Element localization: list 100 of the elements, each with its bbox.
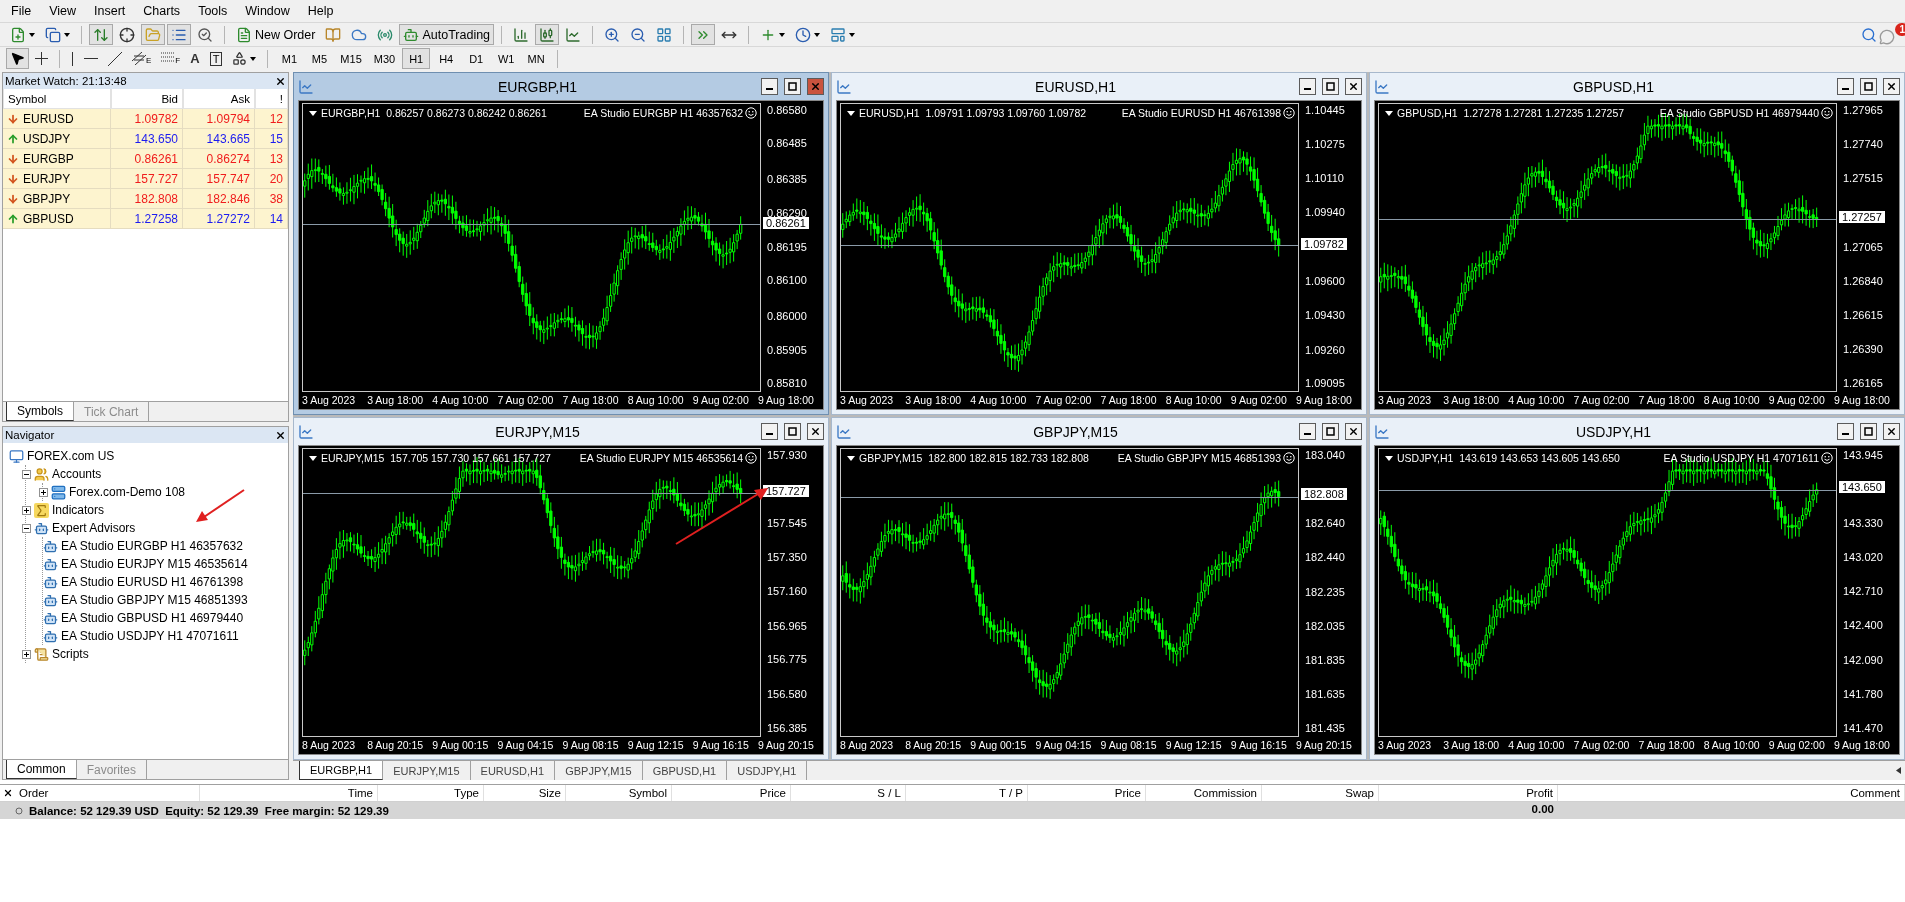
timeframe-button[interactable]: W1 [492, 48, 521, 69]
chart-tab[interactable]: EURGBP,H1 [299, 761, 384, 780]
expand-toggle[interactable] [22, 505, 31, 515]
maximize-button[interactable] [784, 423, 801, 440]
menu-item[interactable]: File [2, 4, 41, 18]
minimize-button[interactable] [761, 423, 778, 440]
timeframe-button[interactable]: H4 [432, 48, 461, 69]
price-tick: 0.85905 [767, 343, 807, 356]
symbol-cell: GBPJPY [23, 191, 71, 206]
current-price-label: 143.650 [1839, 481, 1885, 494]
column-header[interactable]: Comment [1558, 785, 1905, 801]
minimize-button[interactable] [1837, 423, 1854, 440]
scroll-left-icon[interactable] [1896, 767, 1901, 774]
tree-item[interactable]: EA Studio EURUSD H1 46761398 [61, 575, 244, 589]
current-price-label: 182.808 [1301, 488, 1347, 501]
drawing-tool[interactable]: A [186, 48, 204, 69]
toolbar-button[interactable]: New Order [232, 24, 320, 45]
expert-label: EA Studio GBPJPY M15 46851393 [1117, 452, 1281, 464]
tree-item[interactable]: EA Studio GBPUSD H1 46979440 [61, 611, 244, 625]
close-button[interactable] [1345, 423, 1362, 440]
maximize-button[interactable] [1860, 78, 1877, 95]
close-icon[interactable] [275, 75, 286, 87]
toolbar-button[interactable]: AutoTrading [399, 24, 495, 45]
window-title: EURGBP,H1 [496, 78, 579, 95]
tree-item[interactable]: FOREX.com US [27, 449, 115, 463]
tree-item[interactable]: Scripts [52, 647, 89, 661]
chart-icon [298, 423, 314, 440]
timeframe-button[interactable]: MN [522, 48, 551, 69]
time-label: 7 Aug 02:00 [1573, 738, 1631, 753]
tree-item[interactable]: Forex.com-Demo 108 [69, 485, 186, 499]
time-label: 8 Aug 10:00 [1703, 393, 1761, 408]
column-header[interactable]: Order [15, 785, 200, 801]
window-title: USDJPY,H1 [1574, 423, 1653, 440]
tree-item[interactable]: EA Studio EURGBP H1 46357632 [61, 539, 243, 553]
file-plus-icon [10, 26, 26, 43]
maximize-button[interactable] [1322, 78, 1339, 95]
maximize-button[interactable] [1322, 423, 1339, 440]
minimize-button[interactable] [761, 78, 778, 95]
menu-item[interactable]: Charts [134, 4, 190, 18]
expand-toggle[interactable] [22, 469, 31, 479]
tree-item[interactable]: Indicators [52, 503, 105, 517]
column-header[interactable]: T / P [906, 785, 1028, 801]
column-header[interactable]: Price [1028, 785, 1146, 801]
maximize-icon [788, 427, 797, 436]
tree-item[interactable]: Accounts [52, 467, 102, 481]
timeframe-button[interactable]: M1 [275, 48, 304, 69]
column-header[interactable]: Price [672, 785, 791, 801]
menu-item[interactable]: Help [298, 4, 343, 18]
column-header[interactable]: Type [378, 785, 484, 801]
time-label: 9 Aug 12:15 [1165, 738, 1223, 753]
expand-toggle[interactable] [39, 487, 48, 497]
tree-item[interactable]: EA Studio EURJPY M15 46535614 [61, 557, 248, 571]
close-button[interactable] [1345, 78, 1362, 95]
menu-item[interactable]: Insert [85, 4, 135, 18]
column-header[interactable]: Size [484, 785, 566, 801]
timeframe-button[interactable]: M30 [368, 48, 401, 69]
quote-text: EURGBP,H1 0.86257 0.86273 0.86242 0.86261 [321, 107, 547, 119]
minimize-button[interactable] [1299, 423, 1316, 440]
column-header[interactable]: Swap [1262, 785, 1379, 801]
close-button[interactable] [1883, 423, 1900, 440]
timeframe-button[interactable]: D1 [462, 48, 491, 69]
tree-item[interactable]: EA Studio GBPJPY M15 46851393 [61, 593, 248, 607]
close-button[interactable] [807, 423, 824, 440]
expand-toggle[interactable] [22, 649, 31, 659]
caret-icon [250, 56, 257, 61]
panel-tab[interactable]: Symbols [6, 402, 74, 421]
menu-item[interactable]: Window [236, 4, 299, 18]
column-header[interactable]: Commission [1146, 785, 1262, 801]
close-icon[interactable] [275, 429, 286, 441]
timeframe-button[interactable]: M15 [335, 48, 367, 69]
quote-text: EURUSD,H1 1.09791 1.09793 1.09760 1.09782 [859, 107, 1087, 119]
column-header[interactable]: Profit [1379, 785, 1558, 801]
drawing-tool[interactable] [6, 48, 29, 69]
price-tick: 0.86580 [767, 103, 807, 116]
timeframe-button[interactable]: H1 [402, 48, 431, 69]
bid-cell: 1.27258 [111, 209, 183, 229]
expert-label: EA Studio GBPUSD H1 46979440 [1659, 107, 1819, 119]
toolbar-button[interactable] [535, 24, 560, 45]
time-label: 9 Aug 18:00 [1295, 393, 1353, 408]
menu-item[interactable]: Tools [189, 4, 237, 18]
menu-item[interactable]: View [40, 4, 86, 18]
close-icon[interactable] [3, 788, 13, 798]
minimize-button[interactable] [1837, 78, 1854, 95]
tree-item[interactable]: Expert Advisors [52, 521, 136, 535]
column-header[interactable]: Symbol [566, 785, 672, 801]
search-icon[interactable] [1861, 26, 1877, 43]
function-icon [34, 502, 49, 518]
panel-tab[interactable]: Common [6, 760, 77, 779]
column-header[interactable]: S / L [791, 785, 906, 801]
expand-toggle[interactable] [22, 523, 31, 533]
timeframe-button[interactable]: M5 [305, 48, 334, 69]
maximize-button[interactable] [784, 78, 801, 95]
close-button[interactable] [1883, 78, 1900, 95]
column-header[interactable]: Time [200, 785, 378, 801]
magnifier-icon [197, 26, 213, 43]
toolbar-button[interactable] [167, 24, 191, 45]
bid-cell: 1.09782 [111, 109, 183, 129]
tree-item[interactable]: EA Studio USDJPY H1 47071611 [61, 629, 239, 643]
maximize-button[interactable] [1860, 423, 1877, 440]
minimize-button[interactable] [1299, 78, 1316, 95]
